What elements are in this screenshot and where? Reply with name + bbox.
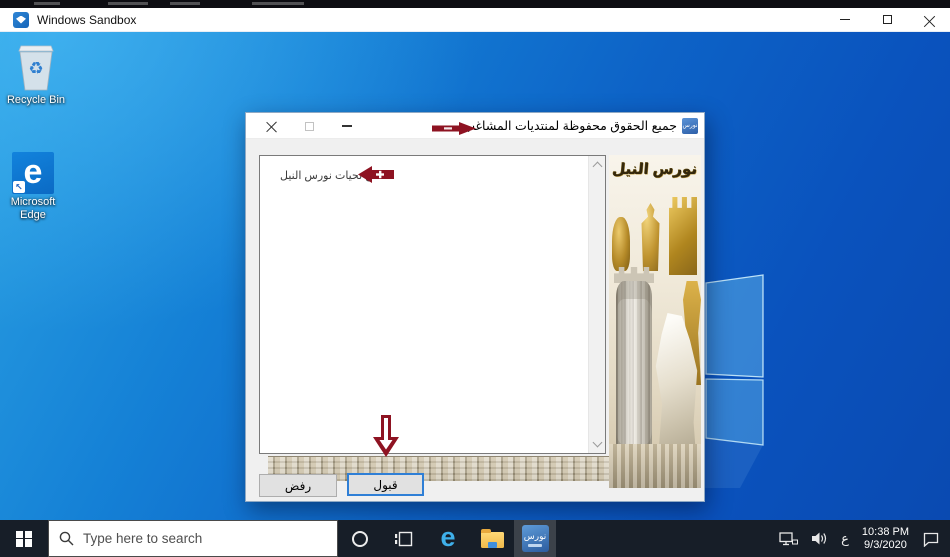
taskbar-spacer [556, 520, 779, 557]
minimize-icon [840, 19, 850, 20]
windows-start-icon [16, 531, 32, 547]
search-input[interactable] [83, 531, 327, 546]
clock-time: 10:38 PM [862, 526, 909, 539]
gold-chess-piece [638, 203, 663, 271]
reject-button[interactable]: رفض [259, 474, 337, 497]
task-view-button[interactable] [382, 520, 426, 557]
silver-tower-piece [616, 281, 652, 459]
taskbar-active-app-button[interactable]: نورس [514, 520, 556, 557]
desktop-icon-microsoft-edge[interactable]: e ↖ Microsoft Edge [2, 152, 64, 222]
cortana-icon [352, 531, 368, 547]
license-textbox[interactable]: مع تحيات نورس النيل [259, 155, 606, 454]
scroll-up-icon[interactable] [593, 162, 603, 172]
maximize-icon [305, 122, 314, 131]
minimize-button[interactable] [824, 8, 866, 31]
taskbar: e نورس ع 10:38 [0, 520, 950, 557]
recycle-symbol: ♻ [28, 59, 43, 78]
desktop-icon-label: Microsoft Edge [2, 196, 64, 222]
taskbar-edge-button[interactable]: e [426, 520, 470, 557]
maximize-icon [883, 15, 892, 24]
dialog-maximize-button-disabled [292, 113, 326, 139]
desktop-icon-recycle-bin[interactable]: ♻ Recycle Bin [5, 42, 67, 107]
installer-dialog: نورس جميع الحقوق محفوظة لمنتديات المشاغب… [245, 112, 705, 502]
taskbar-clock[interactable]: 10:38 PM 9/3/2020 [862, 526, 909, 552]
taskbar-search[interactable] [48, 520, 338, 557]
top-cropped-strip [0, 0, 950, 8]
network-icon[interactable] [779, 531, 798, 547]
language-indicator[interactable]: ع [841, 531, 849, 547]
gold-chess-piece [612, 217, 630, 271]
edge-e-glyph: e [24, 155, 43, 189]
dialog-minimize-button[interactable] [330, 113, 364, 139]
edge-icon: e ↖ [12, 152, 54, 194]
file-explorer-icon [481, 532, 504, 548]
strip-mark [108, 2, 148, 5]
dialog-app-icon: نورس [682, 118, 698, 134]
search-icon [59, 531, 74, 546]
clock-date: 9/3/2020 [862, 539, 909, 552]
volume-icon[interactable] [811, 531, 828, 546]
window-title: Windows Sandbox [37, 13, 136, 27]
dialog-close-button[interactable] [254, 113, 288, 139]
start-button[interactable] [0, 520, 48, 557]
edge-icon: e [440, 524, 455, 551]
file-explorer-button[interactable] [470, 520, 514, 557]
maximize-button[interactable] [866, 8, 908, 31]
photo-base [609, 444, 701, 488]
minimize-icon [342, 125, 352, 127]
recycle-bin-icon: ♻ [16, 42, 56, 92]
chess-set-photo-panel: نورس النيل [609, 155, 701, 488]
desktop-icon-label: Recycle Bin [5, 94, 67, 107]
accept-button[interactable]: قبول [347, 473, 424, 496]
message-text: مع تحيات نورس النيل [280, 169, 377, 182]
desktop-wallpaper: ♻ Recycle Bin e ↖ Microsoft Edge نورس جم… [0, 32, 950, 520]
action-center-icon[interactable] [922, 531, 940, 547]
installer-app-icon: نورس [522, 525, 549, 552]
strip-mark [252, 2, 304, 5]
strip-mark [34, 2, 60, 5]
dialog-title: جميع الحقوق محفوظة لمنتديات المشاغب [463, 118, 677, 133]
app-icon-label: نورس [524, 531, 547, 542]
close-icon [266, 121, 277, 132]
close-button[interactable] [908, 8, 950, 31]
scroll-down-icon[interactable] [593, 438, 603, 448]
screen: Windows Sandbox ♻ Recycle Bin e [0, 0, 950, 557]
wallpaper-windows-logo [700, 238, 772, 488]
close-icon [924, 14, 935, 25]
windows-sandbox-icon [13, 12, 29, 28]
dialog-titlebar[interactable]: نورس جميع الحقوق محفوظة لمنتديات المشاغب [246, 113, 704, 139]
brand-logo-text: نورس النيل [610, 160, 700, 178]
task-view-icon [394, 530, 414, 548]
gold-tower-piece [669, 197, 697, 275]
cortana-button[interactable] [338, 520, 382, 557]
shortcut-arrow-icon: ↖ [13, 181, 25, 193]
system-tray: ع 10:38 PM 9/3/2020 [779, 520, 950, 557]
textbox-scrollbar[interactable] [588, 156, 605, 453]
sandbox-titlebar[interactable]: Windows Sandbox [0, 8, 950, 32]
strip-mark [170, 2, 200, 5]
